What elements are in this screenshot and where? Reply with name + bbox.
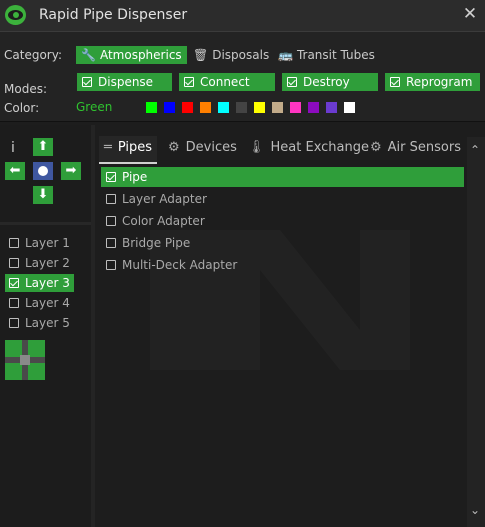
tab-heat-exchange[interactable]: 🌡 Heat Exchange: [248, 136, 369, 162]
scroll-down-icon[interactable]: ⌄: [470, 503, 480, 517]
bridge-pipe-option[interactable]: Bridge Pipe: [101, 233, 190, 253]
modes-label: Modes:: [4, 82, 47, 96]
color-swatch[interactable]: [146, 102, 157, 113]
scrollbar[interactable]: [467, 137, 485, 527]
thermometer-icon: 🌡: [248, 140, 265, 155]
category-disposals[interactable]: 🗑 Disposals: [193, 46, 269, 64]
checkbox-icon: [106, 260, 116, 270]
color-swatch[interactable]: [200, 102, 211, 113]
divider: [0, 222, 91, 225]
checkbox-icon: [9, 238, 19, 248]
checkbox-checked-icon: [184, 77, 194, 87]
multi-deck-adapter-option[interactable]: Multi-Deck Adapter: [101, 255, 237, 275]
color-swatch[interactable]: [272, 102, 283, 113]
arrow-left-button[interactable]: ⬅: [5, 162, 25, 180]
checkbox-checked-icon: [287, 77, 297, 87]
color-swatch[interactable]: [326, 102, 337, 113]
pipe-option[interactable]: Pipe: [101, 167, 464, 187]
mode-reprogram[interactable]: Reprogram: [385, 73, 480, 91]
scroll-up-icon[interactable]: ⌃: [470, 143, 480, 157]
layer-2-option[interactable]: Layer 2: [5, 254, 74, 272]
checkbox-icon: [9, 258, 19, 268]
tab-pipes[interactable]: ═ Pipes: [99, 136, 158, 164]
wrench-icon: 🔧: [81, 48, 96, 62]
close-button[interactable]: ✕: [462, 5, 478, 23]
window-title: Rapid Pipe Dispenser: [39, 7, 188, 23]
info-icon[interactable]: i: [11, 140, 15, 156]
bus-icon: 🚌: [278, 48, 293, 62]
color-label: Color:: [4, 101, 40, 115]
checkbox-icon: [106, 238, 116, 248]
category-transit-tubes[interactable]: 🚌 Transit Tubes: [278, 46, 375, 64]
checkbox-checked-icon: [82, 77, 92, 87]
layer-5-option[interactable]: Layer 5: [5, 314, 74, 332]
mode-dispense[interactable]: Dispense: [77, 73, 172, 91]
checkbox-icon: [9, 318, 19, 328]
category-atmospherics[interactable]: 🔧 Atmospherics: [76, 46, 187, 64]
checkbox-checked-icon: [390, 77, 400, 87]
tab-air-sensors[interactable]: ⚙ Air Sensors: [370, 136, 461, 162]
trash-icon: 🗑: [193, 48, 209, 62]
sensor-icon: ⚙: [370, 140, 382, 155]
arrow-right-button[interactable]: ➡: [61, 162, 81, 180]
pipe-direction-icon[interactable]: [5, 340, 45, 380]
background-logo-icon: [150, 230, 410, 370]
checkbox-checked-icon: [9, 278, 19, 288]
category-label: Category:: [4, 48, 62, 62]
title-bar: Rapid Pipe Dispenser ✕: [0, 0, 485, 32]
mode-destroy[interactable]: Destroy: [282, 73, 378, 91]
color-swatch[interactable]: [182, 102, 193, 113]
gear-icon: ⚙: [168, 140, 180, 155]
color-swatch[interactable]: [308, 102, 319, 113]
layer-1-option[interactable]: Layer 1: [5, 234, 74, 252]
checkbox-icon: [106, 194, 116, 204]
color-swatch[interactable]: [218, 102, 229, 113]
color-swatch[interactable]: [236, 102, 247, 113]
checkbox-icon: [106, 216, 116, 226]
color-swatch[interactable]: [254, 102, 265, 113]
eye-icon: [5, 5, 26, 25]
arrow-down-button[interactable]: ⬇: [33, 186, 53, 204]
checkbox-checked-icon: [106, 172, 116, 182]
tab-devices[interactable]: ⚙ Devices: [168, 136, 237, 162]
mode-connect[interactable]: Connect: [179, 73, 275, 91]
layer-3-option[interactable]: Layer 3: [5, 274, 74, 292]
arrow-up-button[interactable]: ⬆: [33, 138, 53, 156]
center-button[interactable]: [33, 162, 53, 180]
pipes-icon: ═: [104, 140, 112, 155]
layer-adapter-option[interactable]: Layer Adapter: [101, 189, 207, 209]
layer-4-option[interactable]: Layer 4: [5, 294, 74, 312]
color-swatch[interactable]: [164, 102, 175, 113]
color-adapter-option[interactable]: Color Adapter: [101, 211, 205, 231]
color-swatch[interactable]: [290, 102, 301, 113]
color-swatch[interactable]: [344, 102, 355, 113]
color-value: Green: [76, 100, 113, 114]
checkbox-icon: [9, 298, 19, 308]
